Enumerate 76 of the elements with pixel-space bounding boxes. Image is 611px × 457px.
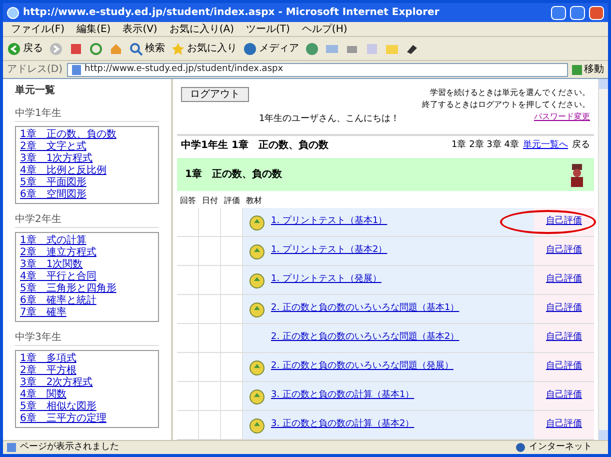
notice-text: 終了するときはログアウトを押してください。: [422, 99, 590, 111]
lesson-icon: [248, 242, 266, 260]
back-icon: [7, 42, 21, 56]
chapter-link[interactable]: 5章 三角形と四角形: [20, 283, 154, 295]
house-icon: [109, 42, 123, 56]
refresh-icon: [89, 42, 103, 56]
chapter-link[interactable]: 4章 比例と反比例: [20, 165, 154, 177]
breadcrumb-text: 中学1年生 1章 正の数、負の数: [181, 138, 330, 153]
menu-item[interactable]: ファイル(F): [11, 22, 65, 36]
lesson-icon: [248, 271, 266, 289]
chapter-link[interactable]: 3章 1次関数: [20, 259, 154, 271]
lesson-icon: [248, 300, 266, 318]
toolbar-button[interactable]: お気に入り: [171, 41, 237, 56]
chapter-nav-text: 1章 2章 3章 4章: [452, 138, 519, 152]
page-icon: [72, 64, 81, 74]
browser-icon: [7, 6, 19, 18]
chapter-link[interactable]: 1章 正の数、負の数: [20, 129, 154, 141]
column-header: 回答: [179, 195, 197, 208]
greeting-text: 1年生のユーザさん、こんにちは！: [259, 113, 400, 126]
menu-item[interactable]: 表示(V): [122, 22, 158, 36]
logout-button[interactable]: ログアウト: [181, 87, 249, 102]
chapter-link[interactable]: 1章 多項式: [20, 353, 154, 365]
chapter-link[interactable]: 2章 文字と式: [20, 141, 154, 153]
character-icon: [568, 162, 586, 188]
lesson-icon: [248, 213, 266, 231]
lesson-icon: [248, 416, 266, 434]
password-link[interactable]: パスワード変更: [534, 111, 590, 123]
search-icon: [129, 42, 143, 56]
page-icon: [7, 443, 16, 452]
chapter-link[interactable]: 3章 2次方程式: [20, 377, 154, 389]
column-header: 評価: [223, 195, 241, 208]
status-bar: ページが表示されました インターネット: [3, 440, 608, 454]
minimize-button[interactable]: [551, 6, 566, 20]
lesson-icon: [248, 387, 266, 405]
toolbar-button[interactable]: 戻る: [7, 41, 43, 56]
unit-list-link[interactable]: 単元一覧へ: [523, 138, 568, 152]
chapter-link[interactable]: 6章 空間図形: [20, 189, 154, 201]
window-title: http://www.e-study.ed.jp/student/index.aspx - Microsoft Internet Explorer: [23, 6, 440, 20]
chapter-link[interactable]: 6章 確率と統計: [20, 295, 154, 307]
back-text: 戻る: [572, 138, 590, 152]
chapter-link[interactable]: 4章 平行と合同: [20, 271, 154, 283]
column-header: 教材: [245, 195, 263, 208]
close-button[interactable]: [589, 6, 604, 20]
lesson-link[interactable]: 1. プリントテスト（発展）: [271, 273, 382, 287]
address-field[interactable]: http://www.e-study.ed.jp/student/index.aspx: [66, 62, 568, 76]
grade-heading: 中学1年生: [15, 106, 159, 122]
menu-item[interactable]: 編集(E): [76, 22, 111, 36]
chapter-link[interactable]: 3章 1次方程式: [20, 153, 154, 165]
scrollbar[interactable]: [598, 79, 608, 440]
star-icon: [171, 42, 185, 56]
grade-heading: 中学2年生: [15, 212, 159, 228]
grade-heading: 中学3年生: [15, 330, 159, 346]
globe-icon: [516, 443, 525, 452]
chapter-link[interactable]: 6章 三平方の定理: [20, 413, 154, 425]
chapter-link[interactable]: 7章 確率: [20, 307, 154, 319]
toolbar-button[interactable]: 検索: [129, 41, 165, 56]
column-header: 日付: [201, 195, 219, 208]
go-button[interactable]: 移動: [572, 62, 604, 77]
chapter-link[interactable]: 1章 式の計算: [20, 235, 154, 247]
sidebar-title: 単元一覧: [15, 84, 56, 98]
address-label: アドレス(D): [7, 63, 63, 77]
chapter-link[interactable]: 2章 平方根: [20, 365, 154, 377]
chapter-link[interactable]: 5章 平面図形: [20, 177, 154, 189]
toolbar-button[interactable]: メディア: [243, 41, 299, 56]
menu-item[interactable]: お気に入り(A): [169, 22, 234, 36]
chapter-link[interactable]: 2章 連立方程式: [20, 247, 154, 259]
stop-icon: [69, 42, 83, 56]
forward-icon: [49, 42, 63, 56]
chapter-link[interactable]: 5章 相似な図形: [20, 401, 154, 413]
menu-item[interactable]: ツール(T): [246, 22, 290, 36]
chapter-link[interactable]: 4章 関数: [20, 389, 154, 401]
maximize-button[interactable]: [570, 6, 585, 20]
notice-text: 学習を続けるときは単元を選んでください。: [430, 87, 590, 99]
chapter-banner: 1章 正の数、負の数: [177, 158, 594, 191]
menu-item[interactable]: ヘルプ(H): [302, 22, 348, 36]
lesson-icon: [248, 358, 266, 376]
